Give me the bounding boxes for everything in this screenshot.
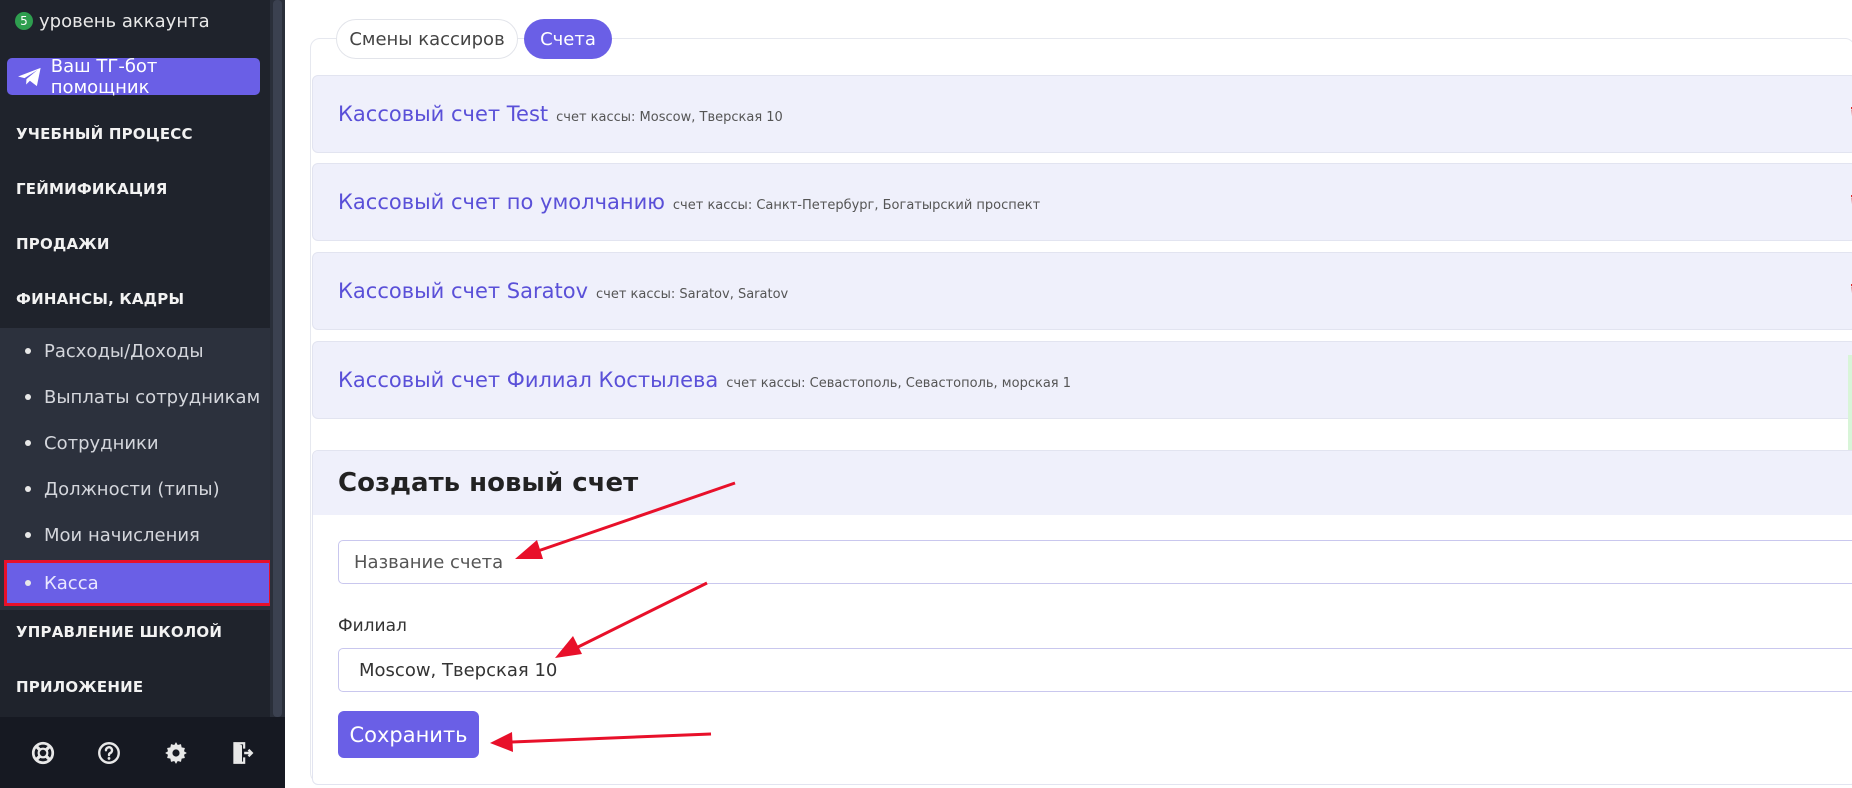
tg-bot-button[interactable]: Ваш ТГ-бот помощник (7, 55, 260, 98)
sidebar-item-positions[interactable]: Должности (типы) (0, 466, 270, 512)
sidebar-section-gamification[interactable]: ГЕЙМИФИКАЦИЯ (0, 161, 270, 216)
account-card[interactable]: Кассовый счет Филиал Костылева счет касс… (312, 341, 1852, 419)
account-card[interactable]: Кассовый счет Test счет кассы: Moscow, Т… (312, 75, 1852, 153)
account-meta: счет кассы: Saratov, Saratov (596, 286, 789, 302)
account-level[interactable]: 5 уровень аккаунта (15, 8, 210, 34)
sidebar-item-label: Сотрудники (44, 432, 159, 454)
account-name[interactable]: Кассовый счет по умолчанию (338, 190, 665, 214)
bullet (25, 486, 31, 492)
create-account-form: Создать новый счет Филиал Moscow, Тверск… (312, 450, 1852, 785)
branch-select-value: Moscow, Тверская 10 (359, 659, 558, 681)
account-card[interactable]: Кассовый счет по умолчанию счет кассы: С… (312, 163, 1852, 241)
bullet (25, 580, 31, 586)
account-name-input[interactable] (338, 540, 1852, 584)
account-level-badge: 5 (15, 12, 33, 30)
bullet (25, 532, 31, 538)
tab-accounts[interactable]: Счета (524, 19, 612, 59)
bullet (25, 394, 31, 400)
sidebar-item-label: Должности (типы) (44, 478, 220, 500)
logout-icon[interactable] (229, 740, 255, 766)
sidebar-item-employees[interactable]: Сотрудники (0, 420, 270, 466)
sidebar-item-label: Касса (44, 572, 99, 594)
form-header: Создать новый счет (313, 451, 1852, 515)
sidebar-section-school[interactable]: УПРАВЛЕНИЕ ШКОЛОЙ (0, 604, 270, 659)
form-title: Создать новый счет (338, 468, 639, 498)
finance-submenu: Расходы/Доходы Выплаты сотрудникам Сотру… (0, 328, 270, 610)
account-name[interactable]: Кассовый счет Филиал Костылева (338, 368, 718, 392)
account-card[interactable]: Кассовый счет Saratov счет кассы: Sarato… (312, 252, 1852, 330)
sidebar-section-sales[interactable]: ПРОДАЖИ (0, 216, 270, 271)
main-content: Смены кассиров Счета Кассовый счет Test … (285, 0, 1852, 788)
account-meta: счет кассы: Санкт-Петербург, Богатырский… (672, 197, 1041, 213)
sidebar-item-label: Мои начисления (44, 524, 200, 546)
sidebar-footer (0, 717, 285, 788)
sidebar-item-employee-payments[interactable]: Выплаты сотрудникам (0, 374, 270, 420)
account-meta: счет кассы: Moscow, Тверская 10 (556, 109, 783, 125)
sidebar: 5 уровень аккаунта Ваш ТГ-бот помощник У… (0, 0, 285, 788)
sidebar-item-expenses-income[interactable]: Расходы/Доходы (0, 328, 270, 374)
tab-cashier-shifts[interactable]: Смены кассиров (336, 19, 518, 59)
tg-bot-button-label: Ваш ТГ-бот помощник (50, 55, 158, 98)
account-level-label: уровень аккаунта (39, 10, 210, 32)
bullet (25, 440, 31, 446)
gear-icon[interactable] (163, 740, 189, 766)
sidebar-section-app[interactable]: ПРИЛОЖЕНИЕ (0, 659, 270, 714)
sidebar-section-learning[interactable]: УЧЕБНЫЙ ПРОЦЕСС (0, 106, 270, 161)
telegram-icon (18, 67, 41, 86)
sidebar-scrollbar-thumb[interactable] (273, 0, 282, 717)
sidebar-item-cashbox[interactable]: Касса (4, 560, 270, 606)
bullet (25, 348, 31, 354)
sidebar-scrollbar[interactable] (270, 0, 285, 717)
save-button[interactable]: Сохранить (338, 711, 479, 758)
help-icon[interactable] (96, 740, 122, 766)
sidebar-menu: 5 уровень аккаунта Ваш ТГ-бот помощник У… (0, 0, 270, 717)
account-name[interactable]: Кассовый счет Saratov (338, 279, 588, 303)
sidebar-section-finance[interactable]: ФИНАНСЫ, КАДРЫ (0, 271, 270, 326)
sidebar-item-my-accruals[interactable]: Мои начисления (0, 512, 270, 558)
account-meta: счет кассы: Севастополь, Севастополь, мо… (726, 375, 1072, 391)
branch-select[interactable]: Moscow, Тверская 10 (338, 648, 1852, 692)
account-name[interactable]: Кассовый счет Test (338, 102, 548, 126)
lifebuoy-icon[interactable] (30, 740, 56, 766)
sidebar-item-label: Выплаты сотрудникам (44, 386, 261, 408)
sidebar-item-label: Расходы/Доходы (44, 340, 204, 362)
branch-label: Филиал (338, 616, 407, 636)
